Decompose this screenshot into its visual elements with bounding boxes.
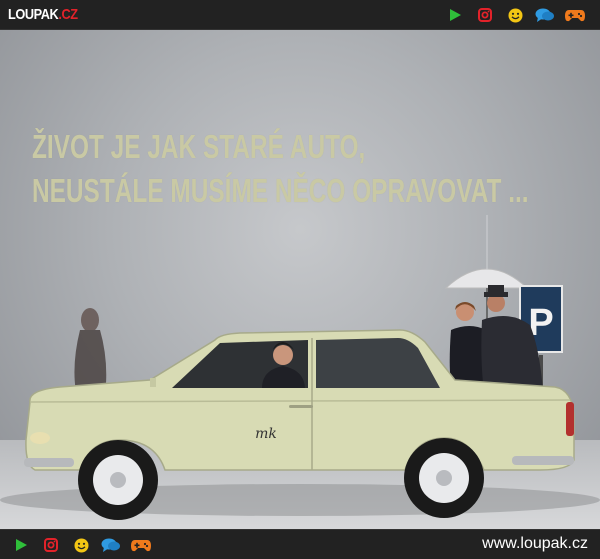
instagram-icon[interactable] [36, 535, 66, 555]
meme-caption: ŽIVOT JE JAK STARÉ AUTO, NEUSTÁLE MUSÍME… [32, 125, 572, 213]
smiley-icon[interactable] [66, 535, 96, 555]
site-logo[interactable]: LOUPAK.CZ [8, 6, 78, 23]
gamepad-icon[interactable] [126, 535, 156, 555]
top-social-icons [440, 5, 590, 25]
play-icon[interactable] [6, 535, 36, 555]
bottom-social-icons [6, 535, 156, 555]
caption-line-1: ŽIVOT JE JAK STARÉ AUTO, [32, 128, 366, 165]
logo-tld: .CZ [58, 6, 78, 23]
instagram-icon[interactable] [470, 5, 500, 25]
smiley-icon[interactable] [500, 5, 530, 25]
top-bar: LOUPAK.CZ [0, 0, 600, 30]
site-url[interactable]: www.loupak.cz [482, 535, 588, 553]
play-icon[interactable] [440, 5, 470, 25]
gamepad-icon[interactable] [560, 5, 590, 25]
bottom-bar: www.loupak.cz [0, 529, 600, 559]
chat-icon[interactable] [96, 535, 126, 555]
meme-photo: P mk ŽIVOT JE JAK STARÉ AUTO, NEUSTÁLE M… [0, 30, 600, 529]
photo-scene: P mk [0, 215, 600, 520]
chat-icon[interactable] [530, 5, 560, 25]
caption-line-2: NEUSTÁLE MUSÍME NĚCO OPRAVOVAT ... [32, 172, 529, 209]
car-signature: mk [255, 426, 277, 442]
logo-text: LOUPAK [8, 6, 59, 23]
